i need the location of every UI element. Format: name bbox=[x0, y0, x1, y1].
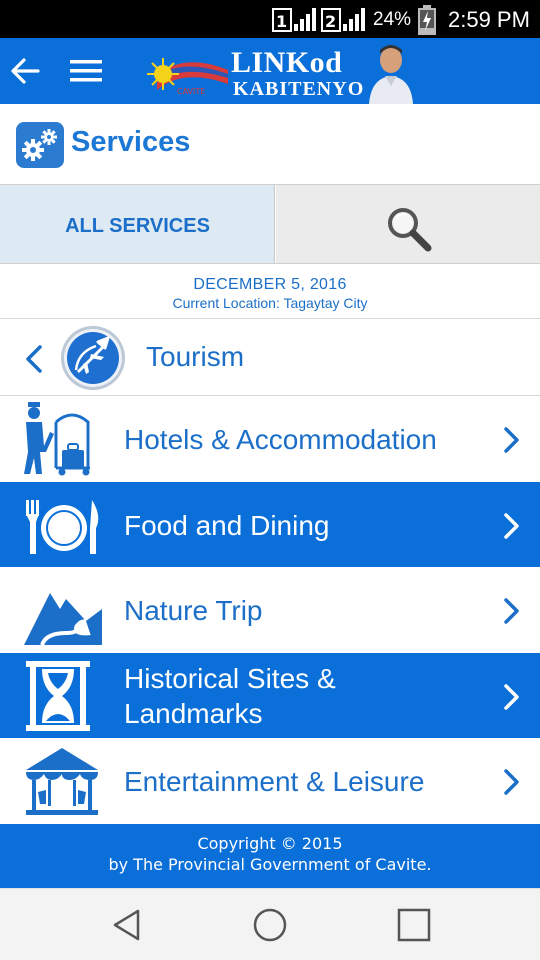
logo-emblem-icon: CAVITE bbox=[147, 58, 228, 96]
footer: Copyright © 2015 by The Provincial Gover… bbox=[0, 824, 540, 888]
plate-cutlery-icon bbox=[26, 500, 99, 554]
list-item-label: Nature Trip bbox=[124, 595, 263, 626]
chevron-right-icon bbox=[504, 598, 519, 624]
category-back-chevron-icon[interactable] bbox=[22, 343, 46, 375]
chevron-right-icon bbox=[504, 684, 519, 710]
svg-text:2: 2 bbox=[325, 12, 336, 31]
brand-title: LINKod bbox=[231, 46, 343, 79]
category-header: Tourism bbox=[0, 319, 540, 396]
app-bar: CAVITE LINKod KABITENYO bbox=[0, 38, 540, 104]
search-icon bbox=[388, 208, 432, 252]
service-tabs: ALL SERVICES bbox=[0, 184, 540, 264]
current-date: DECEMBER 5, 2016 bbox=[193, 276, 347, 293]
battery-charging-icon bbox=[418, 5, 436, 35]
nav-home-icon[interactable] bbox=[252, 907, 288, 943]
governor-portrait-icon bbox=[369, 45, 413, 104]
list-item-food[interactable]: Food and Dining bbox=[0, 482, 540, 568]
list-item-label: Entertainment & Leisure bbox=[124, 766, 425, 797]
footer-owner: by The Provincial Government of Cavite. bbox=[108, 855, 432, 874]
hourglass-icon bbox=[26, 661, 90, 731]
svg-text:1: 1 bbox=[276, 12, 287, 31]
tourism-plane-icon bbox=[61, 326, 125, 390]
brand-subtitle: KABITENYO bbox=[233, 78, 365, 100]
sim1-signal-icon: 1 bbox=[272, 8, 316, 32]
bellhop-icon bbox=[24, 402, 90, 476]
category-title: Tourism bbox=[146, 341, 245, 372]
mountain-icon bbox=[24, 593, 102, 646]
tab-all-services[interactable]: ALL SERVICES bbox=[0, 185, 275, 263]
list-item-hotels[interactable]: Hotels & Accommodation bbox=[0, 396, 540, 482]
chevron-right-icon bbox=[504, 513, 519, 539]
section-header: Services bbox=[0, 104, 540, 184]
footer-copyright: Copyright © 2015 bbox=[197, 834, 343, 853]
gears-icon bbox=[16, 122, 64, 168]
app-logo: CAVITE LINKod KABITENYO bbox=[143, 42, 418, 104]
status-bar: 1 2 24% 2:59 PM bbox=[0, 0, 540, 38]
list-item-historical[interactable]: Historical Sites & Landmarks bbox=[0, 653, 540, 739]
list-item-label-line1: Historical Sites & bbox=[124, 663, 336, 694]
battery-percent: 24% bbox=[373, 9, 412, 30]
list-item-label: Food and Dining bbox=[124, 510, 330, 541]
android-nav-bar bbox=[0, 888, 540, 960]
nav-recents-icon[interactable] bbox=[396, 907, 432, 943]
list-item-nature[interactable]: Nature Trip bbox=[0, 567, 540, 653]
current-location: Current Location: Tagaytay City bbox=[172, 295, 368, 311]
clock: 2:59 PM bbox=[448, 7, 530, 32]
page-title: Services bbox=[71, 126, 191, 158]
chevron-right-icon bbox=[504, 769, 519, 795]
tab-search[interactable] bbox=[276, 185, 540, 263]
svg-text:CAVITE: CAVITE bbox=[177, 87, 205, 96]
date-location: DECEMBER 5, 2016 Current Location: Tagay… bbox=[0, 264, 540, 319]
tab-all-services-label: ALL SERVICES bbox=[65, 215, 210, 237]
sim2-signal-icon: 2 bbox=[321, 8, 365, 32]
list-item-entertainment[interactable]: Entertainment & Leisure bbox=[0, 738, 540, 824]
list-item-label: Hotels & Accommodation bbox=[124, 424, 437, 455]
carousel-icon bbox=[26, 748, 98, 815]
nav-back-icon[interactable] bbox=[110, 907, 144, 943]
chevron-right-icon bbox=[504, 427, 519, 453]
list-item-label-line2: Landmarks bbox=[124, 698, 263, 729]
hamburger-menu-icon[interactable] bbox=[68, 56, 104, 86]
back-arrow-icon[interactable] bbox=[8, 54, 42, 88]
